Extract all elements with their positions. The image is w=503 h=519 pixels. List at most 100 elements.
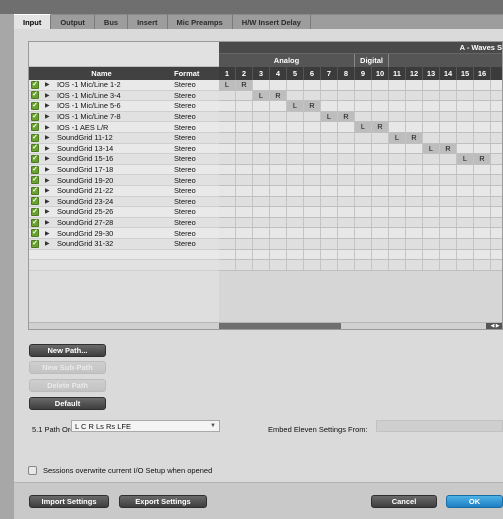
matrix-cell[interactable] (270, 217, 287, 228)
matrix-cell[interactable] (236, 154, 253, 164)
matrix-cell[interactable] (338, 196, 355, 207)
matrix-cell[interactable] (423, 132, 440, 143)
matrix-cell[interactable] (372, 132, 389, 143)
matrix-cell[interactable] (406, 143, 423, 154)
matrix-cell[interactable] (219, 175, 236, 185)
matrix-cell[interactable] (287, 175, 304, 185)
expand-triangle-icon[interactable]: ▶ (45, 155, 52, 162)
path-row[interactable]: ✓ ▶ SoundGrid 11-12 Stereo (29, 132, 219, 144)
matrix-cell[interactable] (440, 185, 457, 196)
matrix-cell[interactable] (270, 228, 287, 238)
matrix-cell[interactable] (338, 228, 355, 238)
matrix-cell[interactable] (474, 238, 491, 249)
matrix-cell[interactable] (219, 132, 236, 143)
matrix-cell[interactable] (440, 228, 457, 238)
matrix-cell[interactable] (389, 238, 406, 249)
matrix-cell[interactable] (474, 164, 491, 175)
scroll-thumb[interactable] (219, 323, 341, 329)
matrix-cell[interactable] (236, 164, 253, 175)
path-row[interactable]: ✓ ▶ SoundGrid 15-16 Stereo (29, 154, 219, 165)
matrix-cell[interactable] (219, 196, 236, 207)
matrix-cell[interactable] (304, 143, 321, 154)
matrix-cell[interactable] (457, 228, 474, 238)
matrix-cell[interactable] (338, 217, 355, 228)
matrix-cell[interactable] (287, 90, 304, 101)
cancel-button[interactable]: Cancel (371, 495, 437, 508)
matrix-cell[interactable] (440, 238, 457, 249)
matrix-cell[interactable]: R (338, 111, 355, 122)
matrix-cell[interactable]: R (474, 154, 491, 164)
matrix-cell[interactable] (389, 154, 406, 164)
matrix-cell[interactable] (457, 143, 474, 154)
matrix-cell[interactable] (236, 196, 253, 207)
path-enabled-checkbox[interactable]: ✓ (31, 197, 39, 206)
matrix-cell[interactable] (253, 101, 270, 111)
matrix-cell[interactable] (423, 122, 440, 132)
matrix-cell[interactable] (287, 164, 304, 175)
matrix-cell[interactable] (253, 238, 270, 249)
matrix-cell[interactable] (372, 101, 389, 111)
matrix-cell[interactable] (219, 238, 236, 249)
matrix-cell[interactable] (355, 90, 372, 101)
matrix-cell[interactable]: L (253, 90, 270, 101)
matrix-cell[interactable] (474, 196, 491, 207)
matrix-cell[interactable] (338, 185, 355, 196)
matrix-cell[interactable] (338, 164, 355, 175)
matrix-cell[interactable] (355, 132, 372, 143)
matrix-cell[interactable] (219, 90, 236, 101)
matrix-cell[interactable] (219, 217, 236, 228)
matrix-cell[interactable] (423, 80, 440, 90)
path-enabled-checkbox[interactable]: ✓ (31, 207, 39, 216)
matrix-cell[interactable] (423, 90, 440, 101)
matrix-cell[interactable] (423, 154, 440, 164)
matrix-cell[interactable]: L (423, 143, 440, 154)
expand-triangle-icon[interactable]: ▶ (45, 92, 52, 99)
path-row[interactable]: ✓ ▶ IOS -1 AES L/R Stereo (29, 122, 219, 133)
matrix-cell[interactable] (338, 238, 355, 249)
matrix-cell[interactable]: R (372, 122, 389, 132)
matrix-cell[interactable] (270, 101, 287, 111)
matrix-cell[interactable] (287, 196, 304, 207)
matrix-cell[interactable] (355, 207, 372, 217)
matrix-cell[interactable] (423, 185, 440, 196)
matrix-cell[interactable] (372, 207, 389, 217)
matrix-cell[interactable] (457, 217, 474, 228)
path-list-scrollbar[interactable] (29, 322, 219, 329)
matrix-cell[interactable] (270, 132, 287, 143)
matrix-cell[interactable] (304, 217, 321, 228)
matrix-cell[interactable] (270, 175, 287, 185)
matrix-cell[interactable] (440, 154, 457, 164)
tab-mic-preamps[interactable]: Mic Preamps (167, 14, 233, 29)
path-row[interactable]: ✓ ▶ IOS -1 Mic/Line 5-6 Stereo (29, 101, 219, 112)
matrix-cell[interactable] (338, 207, 355, 217)
expand-triangle-icon[interactable]: ▶ (45, 187, 52, 194)
matrix-cell[interactable] (440, 196, 457, 207)
expand-triangle-icon[interactable]: ▶ (45, 134, 52, 141)
matrix-cell[interactable] (321, 143, 338, 154)
matrix-cell[interactable] (236, 207, 253, 217)
matrix-cell[interactable] (219, 101, 236, 111)
matrix-cell[interactable] (355, 143, 372, 154)
matrix-cell[interactable] (270, 185, 287, 196)
matrix-cell[interactable] (287, 238, 304, 249)
expand-triangle-icon[interactable]: ▶ (45, 102, 52, 109)
matrix-cell[interactable] (321, 196, 338, 207)
matrix-cell[interactable] (304, 164, 321, 175)
path-enabled-checkbox[interactable]: ✓ (31, 165, 39, 174)
matrix-cell[interactable] (355, 101, 372, 111)
matrix-cell[interactable] (406, 80, 423, 90)
matrix-cell[interactable] (304, 175, 321, 185)
matrix-cell[interactable] (253, 196, 270, 207)
matrix-cell[interactable] (372, 164, 389, 175)
matrix-cell[interactable] (440, 217, 457, 228)
matrix-cell[interactable] (474, 143, 491, 154)
matrix-cell[interactable] (423, 228, 440, 238)
matrix-cell[interactable] (457, 111, 474, 122)
matrix-cell[interactable] (338, 122, 355, 132)
path-enabled-checkbox[interactable]: ✓ (31, 144, 39, 153)
scroll-arrows[interactable]: ◀ ▶ (486, 323, 502, 329)
matrix-cell[interactable] (457, 132, 474, 143)
matrix-cell[interactable] (355, 80, 372, 90)
ok-button[interactable]: OK (446, 495, 503, 508)
matrix-cell[interactable] (389, 185, 406, 196)
